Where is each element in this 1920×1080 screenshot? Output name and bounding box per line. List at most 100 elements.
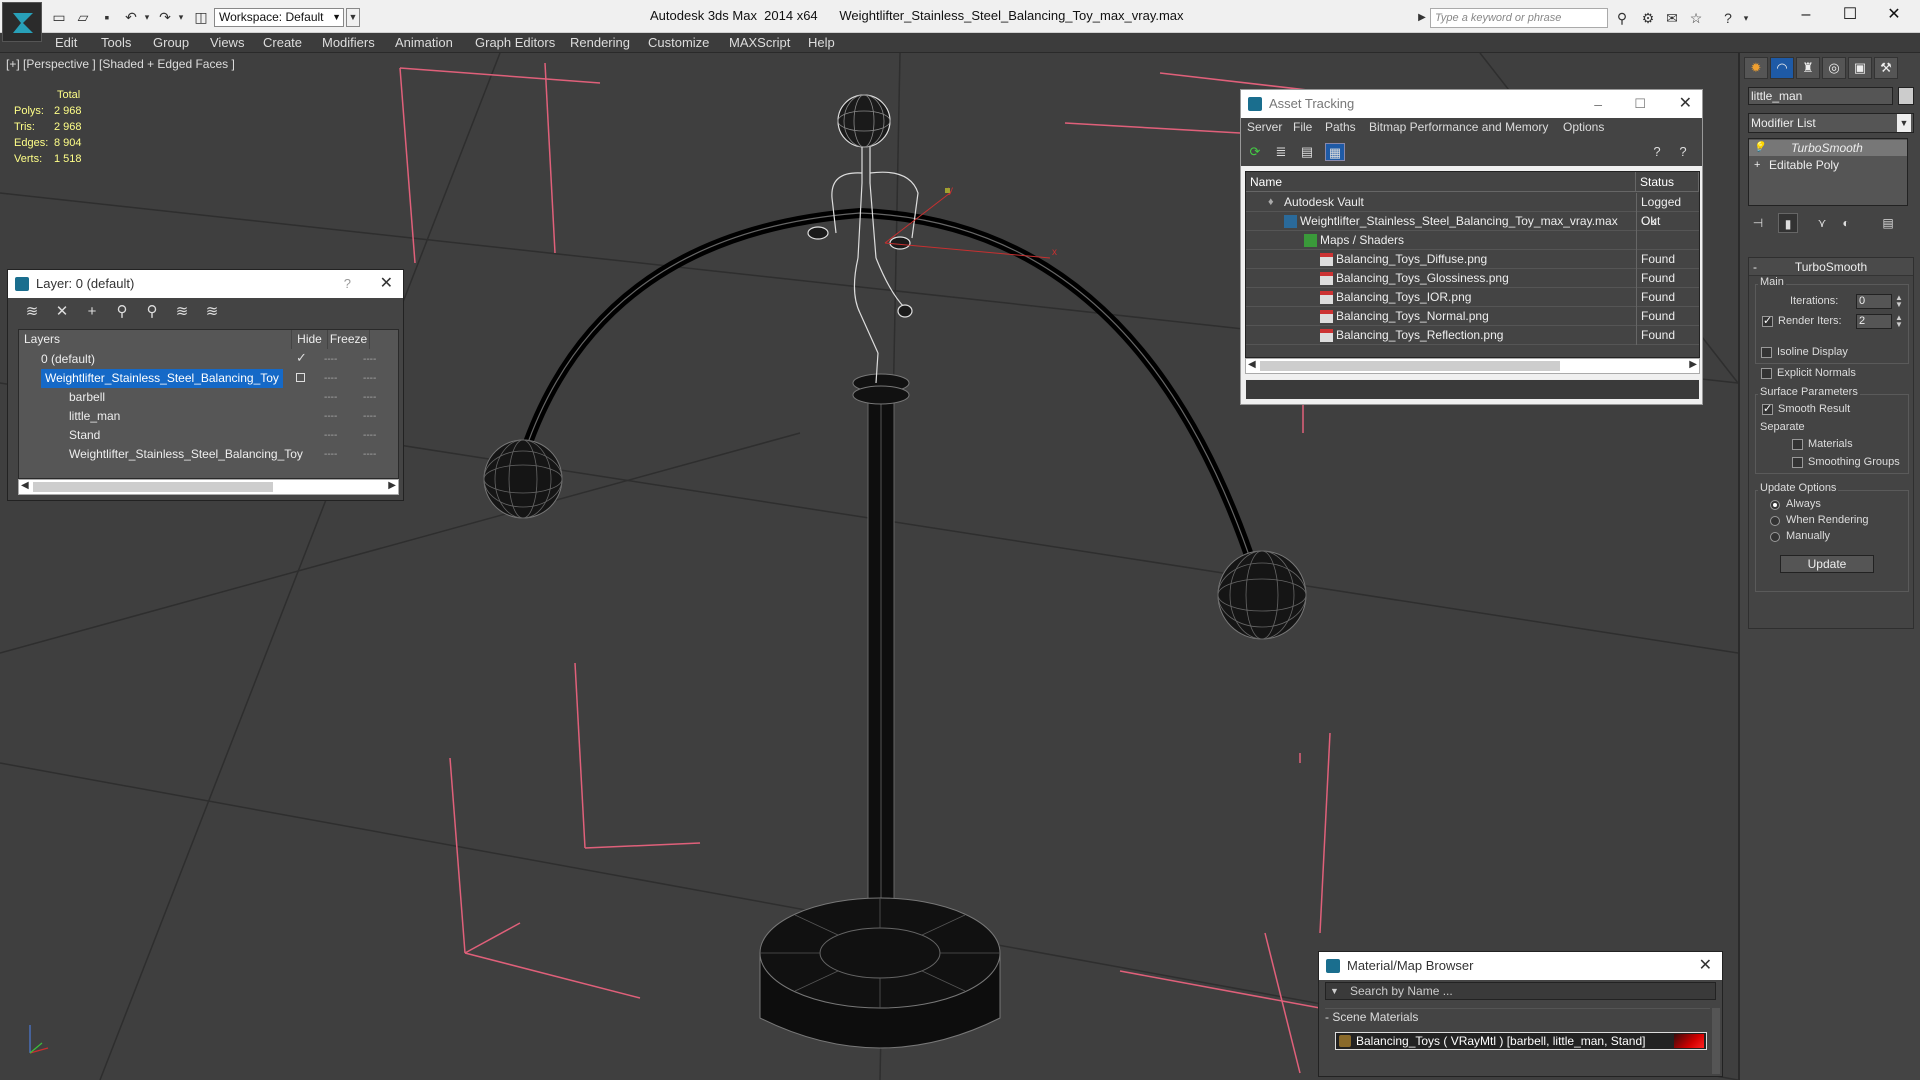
stack-item-turbosmooth[interactable]: 💡 TurboSmooth (1749, 140, 1907, 156)
table-row[interactable]: Balancing_Toys_Diffuse.png Found (1246, 250, 1699, 269)
subscription-icon[interactable]: ⚙ (1638, 8, 1658, 28)
expand-plus-icon[interactable]: + (1754, 157, 1760, 173)
remove-modifier-icon[interactable]: ◐ (1836, 213, 1856, 233)
create-tab-icon[interactable]: ✹ (1744, 57, 1768, 79)
pin-stack-icon[interactable]: ⊣ (1748, 213, 1768, 233)
hierarchy-tab-icon[interactable]: ♜ (1796, 57, 1820, 79)
freeze-toggle[interactable]: ---- (363, 388, 376, 407)
chevron-down-icon[interactable]: ▼ (1330, 983, 1339, 999)
scene-materials-section[interactable]: - Scene Materials (1325, 1008, 1710, 1024)
separate-smoothing-groups-checkbox[interactable] (1792, 457, 1803, 468)
show-end-result-icon[interactable]: ▮ (1778, 213, 1798, 233)
context-help-icon[interactable]: ? (1673, 143, 1693, 161)
iterations-spinner[interactable]: 0 (1856, 294, 1892, 309)
grid-view-icon[interactable]: ▦ (1325, 143, 1345, 161)
scrollbar-thumb[interactable] (33, 482, 273, 492)
search-input[interactable]: Type a keyword or phrase (1430, 8, 1608, 28)
table-row[interactable]: ♦ Autodesk Vault Logged Out (1246, 193, 1699, 228)
communication-center-icon[interactable]: ✉ (1662, 8, 1682, 28)
hide-all-icon[interactable]: ≋ (172, 303, 192, 321)
hide-toggle[interactable]: ---- (324, 388, 337, 407)
hide-toggle[interactable]: ---- (324, 407, 337, 426)
hide-toggle[interactable]: ---- (324, 445, 337, 464)
asset-menu-file[interactable]: File (1293, 120, 1312, 134)
isoline-display-checkbox[interactable] (1761, 347, 1772, 358)
undo-dropdown-icon[interactable]: ▾ (138, 8, 156, 26)
table-row[interactable]: Balancing_Toys_Reflection.png Found (1246, 326, 1699, 345)
project-folder-icon[interactable]: ◫ (192, 8, 210, 26)
refresh-icon[interactable]: ⟳ (1245, 143, 1265, 161)
modify-tab-icon[interactable]: ◠ (1770, 57, 1794, 79)
spinner-arrows-icon[interactable]: ▲ ▼ (1894, 294, 1904, 309)
update-manually-radio[interactable] (1770, 532, 1780, 542)
render-iters-checkbox[interactable] (1762, 314, 1773, 327)
stack-item-editable-poly[interactable]: + Editable Poly (1749, 157, 1907, 173)
menu-rendering[interactable]: Rendering (570, 35, 630, 50)
menu-help[interactable]: Help (808, 35, 835, 50)
scrollbar-thumb[interactable] (1260, 361, 1560, 371)
col-hide[interactable]: Hide (292, 330, 328, 349)
help-dropdown-icon[interactable]: ▾ (1736, 8, 1756, 28)
lightbulb-icon[interactable]: 💡 (1753, 140, 1765, 156)
rollout-header[interactable]: - TurboSmooth (1749, 258, 1913, 276)
layer-row[interactable]: barbell ---- ---- (19, 388, 398, 407)
spinner-arrows-icon[interactable]: ▲ ▼ (1894, 314, 1904, 329)
favorites-star-icon[interactable]: ☆ (1686, 8, 1706, 28)
list-view-icon[interactable]: ≣ (1271, 143, 1291, 161)
expand-search-icon[interactable]: ▶ (1412, 8, 1432, 28)
freeze-toggle[interactable]: ---- (363, 350, 376, 369)
modifier-list-dropdown[interactable]: Modifier List ▼ (1748, 113, 1914, 133)
scroll-right-icon[interactable]: ▶ (1689, 359, 1697, 370)
freeze-toggle[interactable]: ---- (363, 426, 376, 445)
layer-row[interactable]: 0 (default) ✓ ---- ---- (19, 350, 398, 369)
menu-maxscript[interactable]: MAXScript (729, 35, 790, 50)
freeze-toggle[interactable]: ---- (363, 407, 376, 426)
maximize-icon[interactable]: ☐ (1634, 90, 1646, 118)
menu-views[interactable]: Views (210, 35, 244, 50)
separate-materials-checkbox[interactable] (1792, 439, 1803, 450)
menu-tools[interactable]: Tools (101, 35, 131, 50)
help-icon[interactable]: ? (344, 270, 351, 298)
menu-create[interactable]: Create (263, 35, 302, 50)
scroll-right-icon[interactable]: ▶ (388, 480, 396, 491)
col-status[interactable]: Status (1636, 172, 1699, 192)
update-when-rendering-radio[interactable] (1770, 516, 1780, 526)
asset-menu-server[interactable]: Server (1247, 120, 1282, 134)
minimize-icon[interactable]: – (1594, 90, 1602, 118)
layer-row-selected[interactable]: Weightlifter_Stainless_Steel_Balancing_T… (19, 369, 398, 388)
object-name-field[interactable]: little_man (1748, 87, 1893, 105)
scroll-left-icon[interactable]: ◀ (1248, 359, 1256, 370)
layer-row[interactable]: Stand ---- ---- (19, 426, 398, 445)
object-color-swatch[interactable] (1898, 87, 1914, 105)
menu-group[interactable]: Group (153, 35, 189, 50)
freeze-toggle[interactable]: ---- (363, 445, 376, 464)
layer-panel-titlebar[interactable]: Layer: 0 (default) ? ✕ (8, 270, 403, 298)
minimize-button[interactable]: – (1788, 4, 1824, 26)
material-browser-titlebar[interactable]: Material/Map Browser ✕ (1319, 952, 1722, 980)
configure-sets-icon[interactable]: ▤ (1878, 213, 1898, 233)
horizontal-scrollbar[interactable]: ◀ ▶ (18, 479, 399, 495)
add-to-layer-icon[interactable]: + (82, 303, 102, 321)
binoculars-icon[interactable]: ⚲ (1612, 8, 1632, 28)
table-row[interactable]: Weightlifter_Stainless_Steel_Balancing_T… (1246, 212, 1699, 231)
update-always-radio[interactable] (1770, 500, 1780, 510)
perspective-viewport[interactable]: x y [+] [Perspective ] [Shaded + Edged F… (0, 53, 1738, 1080)
table-view-icon[interactable]: ▤ (1297, 143, 1317, 161)
delete-layer-icon[interactable]: ✕ (52, 303, 72, 321)
hide-toggle[interactable]: ---- (324, 369, 337, 388)
col-name[interactable]: Name (1246, 172, 1636, 192)
help-icon[interactable]: ? (1647, 143, 1667, 161)
freeze-all-icon[interactable]: ≋ (202, 303, 222, 321)
help-icon[interactable]: ? (1718, 8, 1738, 28)
workspace-menu-button[interactable]: ▼ (346, 8, 360, 27)
menu-graph-editors[interactable]: Graph Editors (475, 35, 555, 50)
motion-tab-icon[interactable]: ◎ (1822, 57, 1846, 79)
col-freeze[interactable]: Freeze (328, 330, 370, 349)
workspace-dropdown[interactable]: Workspace: Default ▼ (214, 8, 344, 27)
material-item[interactable]: Balancing_Toys ( VRayMtl ) [barbell, lit… (1335, 1032, 1707, 1050)
current-layer-box[interactable] (296, 373, 305, 382)
asset-menu-options[interactable]: Options (1563, 120, 1604, 134)
menu-customize[interactable]: Customize (648, 35, 709, 50)
hide-toggle[interactable]: ---- (324, 350, 337, 369)
material-search-input[interactable]: ▼ Search by Name ... (1325, 982, 1716, 1000)
